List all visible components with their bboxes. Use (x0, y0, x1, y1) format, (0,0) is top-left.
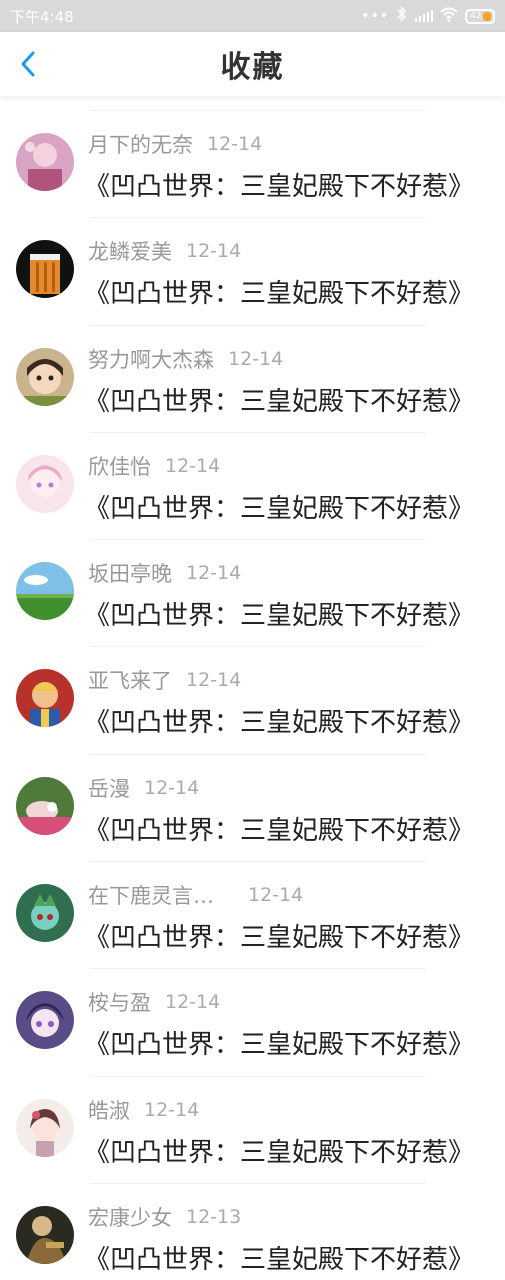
wifi-icon (439, 6, 459, 26)
user-name[interactable]: 龙鳞爱美 (88, 236, 172, 266)
list-item[interactable]: 欣佳怡 12-14 《凹凸世界：三皇妃殿下不好惹》 (0, 431, 505, 539)
more-dots-icon: ••• (361, 8, 389, 24)
date-label: 12-14 (144, 1098, 200, 1121)
chevron-left-icon (21, 51, 35, 77)
user-name[interactable]: 岳漫 (88, 773, 130, 803)
user-name[interactable]: 亚飞来了 (88, 665, 172, 695)
list-item[interactable]: 桉与盈 12-14 《凹凸世界：三皇妃殿下不好惹》 (0, 968, 505, 1075)
divider (90, 110, 425, 111)
avatar[interactable] (16, 669, 74, 728)
divider (90, 646, 425, 648)
divider (90, 324, 425, 326)
user-name[interactable]: 在下鹿灵言… (88, 880, 214, 910)
user-name[interactable]: 皓淑 (88, 1095, 130, 1125)
list-item[interactable]: 努力啊大杰森 12-14 《凹凸世界：三皇妃殿下不好惹》 (0, 324, 505, 432)
avatar[interactable] (16, 562, 74, 621)
date-label: 12-13 (186, 1205, 242, 1228)
divider (90, 539, 425, 541)
book-title[interactable]: 《凹凸世界：三皇妃殿下不好惹》 (84, 273, 474, 310)
avatar[interactable] (16, 347, 74, 406)
list-item[interactable]: 龙鳞爱美 12-14 《凹凸世界：三皇妃殿下不好惹》 (0, 217, 505, 324)
list-item[interactable]: 坂田亭晚 12-14 《凹凸世界：三皇妃殿下不好惹》 (0, 539, 505, 646)
date-label: 12-14 (207, 133, 263, 155)
avatar[interactable] (16, 240, 74, 299)
book-title[interactable]: 《凹凸世界：三皇妃殿下不好惹》 (84, 917, 474, 954)
nav-bar: 收藏 (0, 32, 505, 96)
bluetooth-icon (395, 6, 409, 26)
list-item[interactable]: 宏康少女 12-13 《凹凸世界：三皇妃殿下不好惹》 (0, 1182, 505, 1280)
book-title[interactable]: 《凹凸世界：三皇妃殿下不好惹》 (84, 595, 474, 632)
list-item[interactable]: 皓淑 12-14 《凹凸世界：三皇妃殿下不好惹》 (0, 1075, 505, 1183)
list-item[interactable]: 亚飞来了 12-14 《凹凸世界：三皇妃殿下不好惹》 (0, 646, 505, 753)
user-name[interactable]: 月下的无奈 (88, 129, 193, 159)
list-item[interactable]: 岳漫 12-14 《凹凸世界：三皇妃殿下不好惹》 (0, 753, 505, 861)
date-label: 12-14 (186, 240, 242, 263)
avatar[interactable] (16, 991, 74, 1050)
divider (90, 1182, 425, 1184)
divider (90, 431, 425, 433)
avatar[interactable] (16, 884, 74, 943)
divider (90, 217, 425, 219)
user-name[interactable]: 欣佳怡 (88, 451, 151, 481)
date-label: 12-14 (228, 347, 284, 370)
divider (90, 1075, 425, 1077)
status-time: 下午4:48 (10, 7, 74, 26)
date-label: 12-14 (186, 669, 242, 692)
status-icons: ••• 42 (361, 6, 495, 26)
book-title[interactable]: 《凹凸世界：三皇妃殿下不好惹》 (84, 1132, 474, 1169)
divider (90, 968, 425, 970)
date-label: 12-14 (165, 991, 221, 1014)
user-name[interactable]: 坂田亭晚 (88, 558, 172, 588)
book-title[interactable]: 《凹凸世界：三皇妃殿下不好惹》 (84, 810, 474, 847)
book-title[interactable]: 《凹凸世界：三皇妃殿下不好惹》 (84, 381, 474, 418)
list-item[interactable]: 月下的无奈 12-14 《凹凸世界：三皇妃殿下不好惹》 (0, 110, 505, 217)
date-label: 12-14 (186, 562, 242, 585)
user-name[interactable]: 桉与盈 (88, 987, 151, 1017)
status-bar: 下午4:48 ••• 42 (0, 0, 505, 32)
book-title[interactable]: 《凹凸世界：三皇妃殿下不好惹》 (84, 1024, 474, 1061)
book-title[interactable]: 《凹凸世界：三皇妃殿下不好惹》 (84, 702, 474, 739)
avatar[interactable] (16, 133, 74, 191)
avatar[interactable] (16, 776, 74, 835)
avatar[interactable] (16, 1098, 74, 1157)
date-label: 12-14 (144, 776, 200, 799)
favorites-list: 月下的无奈 12-14 《凹凸世界：三皇妃殿下不好惹》 龙鳞爱美 12-14 《… (0, 110, 505, 1280)
date-label: 12-14 (165, 454, 221, 477)
book-title[interactable]: 《凹凸世界：三皇妃殿下不好惹》 (84, 1239, 474, 1276)
signal-icon (415, 10, 433, 22)
avatar[interactable] (16, 454, 74, 513)
user-name[interactable]: 宏康少女 (88, 1202, 172, 1232)
back-button[interactable] (12, 48, 44, 80)
page-title: 收藏 (220, 50, 285, 85)
date-label: 12-14 (248, 884, 304, 907)
list-item[interactable]: 在下鹿灵言… 12-14 《凹凸世界：三皇妃殿下不好惹》 (0, 861, 505, 968)
user-name[interactable]: 努力啊大杰森 (88, 344, 214, 374)
divider (90, 861, 425, 863)
divider (90, 753, 425, 755)
battery-level: 42 (470, 10, 482, 21)
book-title[interactable]: 《凹凸世界：三皇妃殿下不好惹》 (84, 166, 474, 203)
book-title[interactable]: 《凹凸世界：三皇妃殿下不好惹》 (84, 488, 474, 525)
avatar[interactable] (16, 1205, 74, 1264)
battery-icon: 42 (465, 8, 495, 24)
